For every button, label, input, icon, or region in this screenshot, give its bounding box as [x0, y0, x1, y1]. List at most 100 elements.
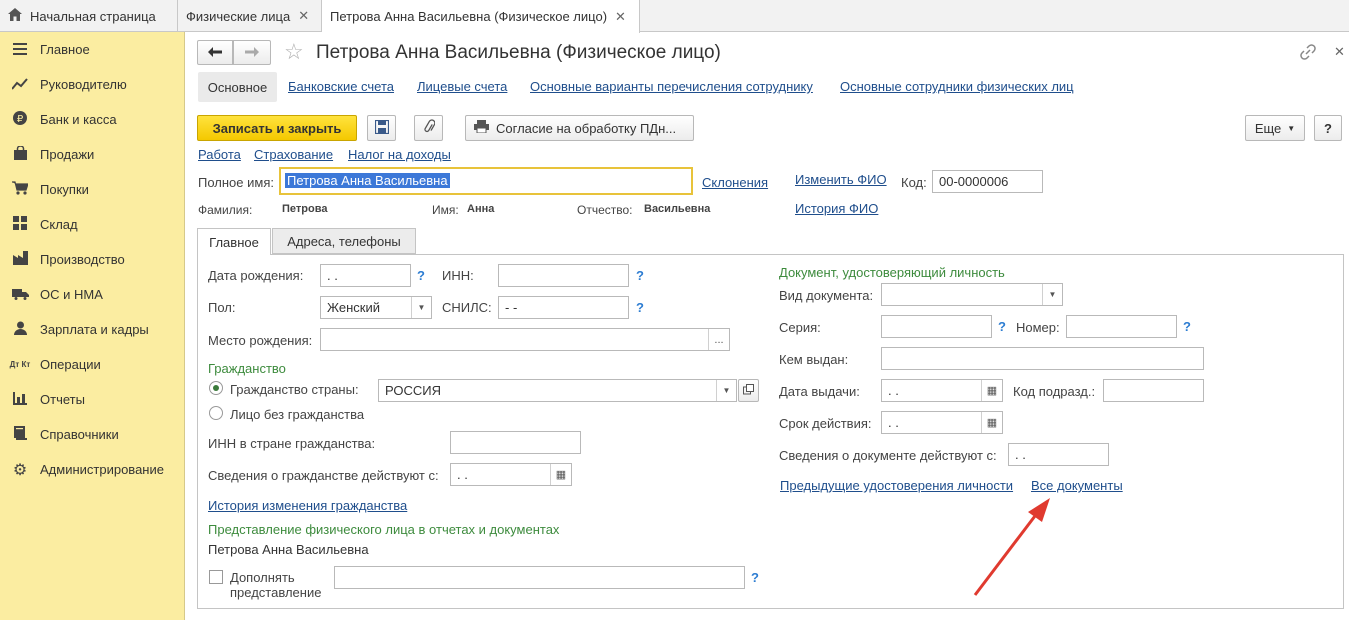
name-value: Анна — [467, 203, 495, 215]
valid-until-input[interactable]: . . ▦ — [881, 411, 1003, 434]
close-form-icon[interactable]: ✕ — [1334, 44, 1345, 60]
sidebar: Главное Руководителю ₽ Банк и касса Прод… — [0, 32, 185, 620]
sidebar-item-label: Операции — [40, 357, 101, 372]
sidebar-item-admin[interactable]: ⚙ Администрирование — [0, 452, 185, 487]
calendar-icon[interactable]: ▦ — [981, 412, 1002, 433]
sidebar-item-manager[interactable]: Руководителю — [0, 67, 185, 102]
more-button[interactable]: Еще ▼ — [1245, 115, 1305, 141]
save-button[interactable] — [367, 115, 396, 141]
issued-by-input[interactable] — [881, 347, 1204, 370]
inn-country-input[interactable] — [450, 431, 581, 454]
sidebar-item-label: Продажи — [40, 147, 95, 162]
inner-tab-addresses[interactable]: Адреса, телефоны — [272, 228, 416, 254]
sidebar-item-payroll[interactable]: Зарплата и кадры — [0, 312, 185, 347]
tab-current-person[interactable]: Петрова Анна Васильевна (Физическое лицо… — [322, 0, 640, 33]
snils-help[interactable]: ? — [636, 300, 644, 315]
citizenship-country-select[interactable]: РОССИЯ ▼ — [378, 379, 737, 402]
caret-down-icon[interactable]: ▼ — [411, 297, 431, 318]
person-icon — [0, 321, 40, 338]
forward-button[interactable] — [233, 40, 271, 65]
fullname-input[interactable]: Петрова Анна Васильевна — [279, 167, 693, 195]
fio-history-link[interactable]: История ФИО — [795, 201, 878, 216]
tab-transfer-options[interactable]: Основные варианты перечисления сотрудник… — [530, 79, 813, 94]
patronymic-label: Отчество: — [577, 203, 633, 217]
citizenship-from-value: . . — [457, 467, 468, 482]
save-and-close-button[interactable]: Записать и закрыть — [197, 115, 357, 141]
link-insurance[interactable]: Страхование — [254, 147, 333, 162]
open-country-button[interactable] — [738, 379, 759, 402]
sidebar-item-assets[interactable]: ОС и НМА — [0, 277, 185, 312]
caret-down-icon[interactable]: ▼ — [716, 380, 736, 401]
citizenship-country-radio[interactable] — [209, 381, 223, 395]
number-help[interactable]: ? — [1183, 319, 1191, 334]
link-icon[interactable] — [1300, 44, 1316, 63]
extend-help[interactable]: ? — [751, 570, 759, 585]
doc-valid-from-input[interactable]: . . — [1008, 443, 1109, 466]
tab-personal-accounts[interactable]: Лицевые счета — [417, 79, 507, 94]
tab-main-section[interactable]: Основное — [198, 72, 277, 102]
sidebar-item-label: Справочники — [40, 427, 119, 442]
sidebar-item-label: Отчеты — [40, 392, 85, 407]
doc-type-select[interactable]: ▼ — [881, 283, 1063, 306]
citizenship-history-link[interactable]: История изменения гражданства — [208, 498, 407, 513]
number-input[interactable] — [1066, 315, 1177, 338]
close-icon[interactable]: ✕ — [615, 9, 626, 25]
citizenship-from-input[interactable]: . . ▦ — [450, 463, 572, 486]
home-icon — [8, 8, 22, 24]
extend-representation-input[interactable] — [334, 566, 745, 589]
tab-home[interactable]: Начальная страница — [0, 0, 178, 32]
inn-input[interactable] — [498, 264, 629, 287]
tab-individuals[interactable]: Физические лица ✕ — [178, 0, 322, 32]
back-button[interactable] — [197, 40, 233, 65]
sidebar-item-reports[interactable]: Отчеты — [0, 382, 185, 417]
series-help[interactable]: ? — [998, 319, 1006, 334]
tab-bank-accounts[interactable]: Банковские счета — [288, 79, 394, 94]
declensions-link[interactable]: Склонения — [702, 175, 768, 190]
help-button[interactable]: ? — [1314, 115, 1342, 141]
caret-down-icon[interactable]: ▼ — [1042, 284, 1062, 305]
code-label: Код: — [901, 175, 927, 190]
inn-help[interactable]: ? — [636, 268, 644, 283]
attach-button[interactable] — [414, 115, 443, 141]
page-title: Петрова Анна Васильевна (Физическое лицо… — [316, 42, 721, 63]
consent-button[interactable]: Согласие на обработку ПДн... — [465, 115, 694, 141]
snils-input[interactable]: - - — [498, 296, 629, 319]
inner-tab-main[interactable]: Главное — [197, 228, 271, 255]
sidebar-item-operations[interactable]: Дт Кт Операции — [0, 347, 185, 382]
link-work[interactable]: Работа — [198, 147, 241, 162]
dept-code-input[interactable] — [1103, 379, 1204, 402]
factory-icon — [0, 251, 40, 268]
svg-text:₽: ₽ — [17, 114, 24, 125]
tab-home-label: Начальная страница — [30, 8, 156, 24]
chart-line-icon — [0, 77, 40, 93]
sidebar-item-label: Производство — [40, 252, 125, 267]
select-button[interactable]: ... — [708, 329, 729, 350]
birthplace-input[interactable]: ... — [320, 328, 730, 351]
sidebar-item-sales[interactable]: Продажи — [0, 137, 185, 172]
tab-main-employees[interactable]: Основные сотрудники физических лиц — [840, 79, 1074, 94]
sidebar-item-warehouse[interactable]: Склад — [0, 207, 185, 242]
sidebar-item-label: Руководителю — [40, 77, 127, 92]
calendar-icon[interactable]: ▦ — [981, 380, 1002, 401]
sidebar-item-production[interactable]: Производство — [0, 242, 185, 277]
dt-kt-icon: Дт Кт — [9, 359, 31, 369]
gender-select[interactable]: Женский ▼ — [320, 296, 432, 319]
favorite-star-icon[interactable]: ☆ — [284, 39, 304, 65]
doc-valid-from-label: Сведения о документе действуют с: — [779, 448, 997, 463]
issue-date-input[interactable]: . . ▦ — [881, 379, 1003, 402]
extend-representation-checkbox[interactable] — [209, 570, 223, 584]
close-icon[interactable]: ✕ — [298, 8, 309, 24]
stateless-radio[interactable] — [209, 406, 223, 420]
birthdate-help[interactable]: ? — [417, 268, 425, 283]
sidebar-item-purchases[interactable]: Покупки — [0, 172, 185, 207]
sidebar-item-label: Зарплата и кадры — [40, 322, 149, 337]
code-input[interactable]: 00-0000006 — [932, 170, 1043, 193]
calendar-icon[interactable]: ▦ — [550, 464, 571, 485]
sidebar-item-bank[interactable]: ₽ Банк и касса — [0, 102, 185, 137]
sidebar-item-catalogs[interactable]: Справочники — [0, 417, 185, 452]
link-income-tax[interactable]: Налог на доходы — [348, 147, 451, 162]
change-fio-link[interactable]: Изменить ФИО — [795, 172, 887, 187]
sidebar-item-main[interactable]: Главное — [0, 32, 185, 67]
birthdate-input[interactable]: . . — [320, 264, 411, 287]
series-input[interactable] — [881, 315, 992, 338]
